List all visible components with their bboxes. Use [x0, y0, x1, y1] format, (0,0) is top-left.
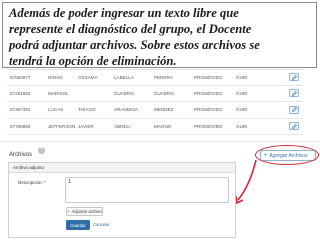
- student-last-name-1: LABELLA: [114, 74, 134, 80]
- plus-icon: +: [67, 209, 70, 214]
- edit-button[interactable]: [289, 105, 299, 114]
- student-group: GURI: [236, 90, 248, 96]
- attachment-panel: Archivo adjunto Descripción: * 1 + Adjun…: [8, 162, 236, 238]
- edit-button[interactable]: [289, 122, 299, 131]
- student-middle-name: OSSAMA: [78, 74, 98, 80]
- student-last-name-2: MAGNO: [154, 123, 172, 129]
- description-input[interactable]: 1: [65, 177, 229, 203]
- save-label: Guardar: [70, 222, 86, 228]
- edit-icon: [291, 90, 297, 96]
- description-label: Descripción: *: [18, 180, 46, 185]
- student-last-name-1: ABREU: [114, 123, 130, 129]
- student-first-name: MARISOL: [48, 90, 69, 96]
- caption-line-4: tendrá la opción de eliminación.: [9, 54, 177, 68]
- student-status: PROMOVIDO: [194, 74, 223, 80]
- table-row: 57281863 MARISOL CUADRO CUADRO PROMOVIDO…: [7, 86, 303, 102]
- student-id: 57281863: [10, 90, 31, 96]
- archivos-title: Archivos: [9, 152, 33, 158]
- edit-icon: [291, 123, 297, 129]
- edit-icon: [291, 107, 297, 113]
- student-last-name-1: ARANDIGA: [114, 107, 138, 113]
- help-icon[interactable]: ?: [38, 147, 45, 154]
- student-last-name-1: CUADRO: [114, 90, 134, 96]
- caption-line-1: Además de poder ingresar un texto libre …: [9, 6, 239, 20]
- student-group: GURI: [236, 123, 248, 129]
- student-first-name: LUCAS: [48, 107, 64, 113]
- student-last-name-2: MENDEZ: [154, 107, 174, 113]
- table-row: 57550977 IOHAN OSSAMA LABELLA PERERA PRO…: [7, 69, 303, 86]
- caption-banner: Además de poder ingresar un texto libre …: [2, 2, 317, 68]
- table-row: 57766983 JEFFERSON JAVIER ABREU MAGNO PR…: [7, 119, 303, 135]
- annotation-highlight-ellipse: [255, 145, 319, 165]
- cancel-link[interactable]: Cancelar: [93, 222, 110, 227]
- table-row: 57367481 LUCAS THIAGO ARANDIGA MENDEZ PR…: [7, 102, 303, 119]
- student-last-name-2: CUADRO: [154, 90, 174, 96]
- student-id: 57367481: [10, 107, 31, 113]
- edit-icon: [291, 74, 297, 80]
- student-status: PROMOVIDO: [194, 107, 223, 113]
- attach-file-button[interactable]: + Adjuntar archivo: [66, 207, 103, 216]
- attach-file-label: Adjuntar archivo: [71, 209, 102, 214]
- edit-button[interactable]: [289, 89, 299, 98]
- student-status: PROMOVIDO: [194, 90, 223, 96]
- section-divider: [0, 141, 320, 142]
- students-table: 57550977 IOHAN OSSAMA LABELLA PERERA PRO…: [7, 69, 303, 135]
- student-group: GURI: [236, 74, 248, 80]
- student-middle-name: JAVIER: [78, 123, 94, 129]
- caption-line-3: podrá adjuntar archivos. Sobre estos arc…: [9, 38, 260, 52]
- caption-line-2: represente el diagnóstico del grupo, el …: [9, 22, 252, 36]
- edit-button[interactable]: [289, 73, 299, 82]
- student-status: PROMOVIDO: [194, 123, 223, 129]
- student-first-name: JEFFERSON: [48, 123, 76, 129]
- student-last-name-2: PERERA: [154, 74, 173, 80]
- student-id: 57766983: [10, 123, 31, 129]
- student-id: 57550977: [10, 74, 31, 80]
- student-middle-name: THIAGO: [78, 107, 96, 113]
- attachment-panel-header: Archivo adjunto: [9, 163, 235, 173]
- save-button[interactable]: Guardar: [66, 220, 90, 230]
- student-first-name: IOHAN: [48, 74, 63, 80]
- student-group: GURI: [236, 107, 248, 113]
